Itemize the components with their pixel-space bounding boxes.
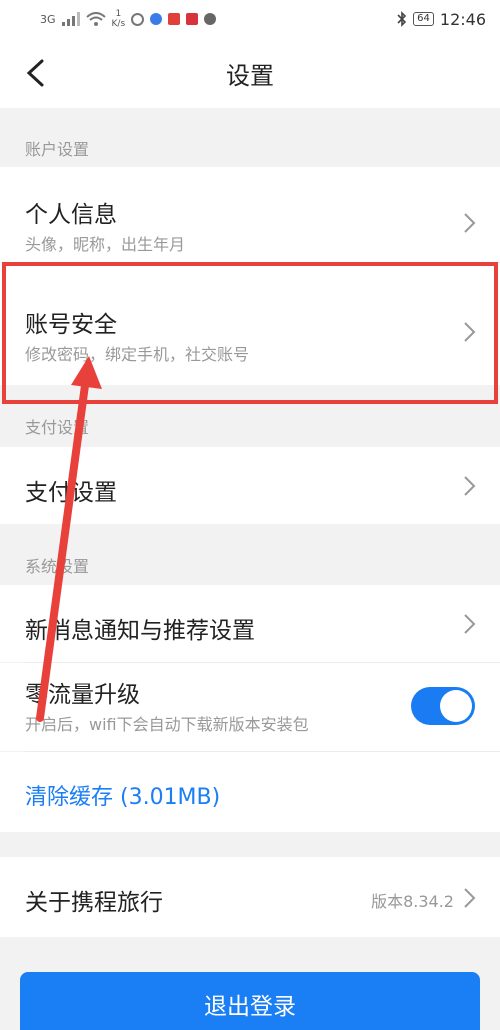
row-title: 账号安全 <box>25 312 117 338</box>
chevron-right-icon <box>464 322 476 342</box>
payment-settings-row[interactable]: 支付设置 <box>0 447 500 524</box>
status-bar: 3G 1 K/s 64 12:46 <box>0 0 500 38</box>
row-title: 关于携程旅行 <box>25 890 163 916</box>
about-row[interactable]: 关于携程旅行 版本8.34.2 <box>0 857 500 937</box>
chevron-right-icon <box>464 888 476 908</box>
row-title: 零流量升级 <box>25 682 140 708</box>
header-bar: 设置 <box>0 38 500 108</box>
logout-button[interactable]: 退出登录 <box>20 972 480 1030</box>
chevron-right-icon <box>464 476 476 496</box>
account-security-row[interactable]: 账号安全 修改密码，绑定手机，社交账号 <box>0 263 500 385</box>
row-subtitle: 头像，昵称，出生年月 <box>25 235 186 254</box>
clear-cache-row[interactable]: 清除缓存 (3.01MB) <box>0 752 500 832</box>
bluetooth-icon <box>397 11 407 27</box>
section-label-system: 系统设置 <box>25 557 90 576</box>
status-left: 3G 1 K/s <box>40 9 217 29</box>
zero-traffic-upgrade-row: 零流量升级 开启后，wifi下会自动下载新版本安装包 <box>0 663 500 751</box>
row-title: 新消息通知与推荐设置 <box>25 618 255 644</box>
section-label-payment: 支付设置 <box>25 418 90 437</box>
row-subtitle: 修改密码，绑定手机，社交账号 <box>25 345 250 364</box>
chevron-right-icon <box>464 614 476 634</box>
chat-icon <box>204 13 217 25</box>
chevron-right-icon <box>464 213 476 233</box>
row-title: 个人信息 <box>25 202 117 228</box>
row-subtitle: 开启后，wifi下会自动下载新版本安装包 <box>25 715 309 734</box>
zero-traffic-toggle[interactable] <box>411 687 475 725</box>
app-notification-icon <box>150 13 163 25</box>
personal-info-row[interactable]: 个人信息 头像，昵称，出生年月 <box>0 167 500 262</box>
back-arrow-icon[interactable] <box>22 58 50 88</box>
status-right: 64 12:46 <box>397 10 486 29</box>
app-notification-icon <box>186 13 199 25</box>
network-type: 3G <box>40 12 56 26</box>
page-title: 设置 <box>226 61 274 90</box>
net-speed: 1 K/s <box>111 9 126 29</box>
toggle-knob <box>440 690 472 722</box>
app-notification-icon <box>168 13 181 25</box>
clear-cache-label: 清除缓存 (3.01MB) <box>25 785 221 810</box>
signal-icon <box>61 12 80 26</box>
battery-indicator: 64 <box>413 12 434 26</box>
wifi-icon <box>85 12 106 26</box>
clock: 12:46 <box>439 9 486 29</box>
version-label: 版本8.34.2 <box>371 892 454 911</box>
notification-settings-row[interactable]: 新消息通知与推荐设置 <box>0 585 500 662</box>
ring-icon <box>131 12 145 26</box>
section-label-account: 账户设置 <box>25 140 90 159</box>
row-title: 支付设置 <box>25 480 117 506</box>
